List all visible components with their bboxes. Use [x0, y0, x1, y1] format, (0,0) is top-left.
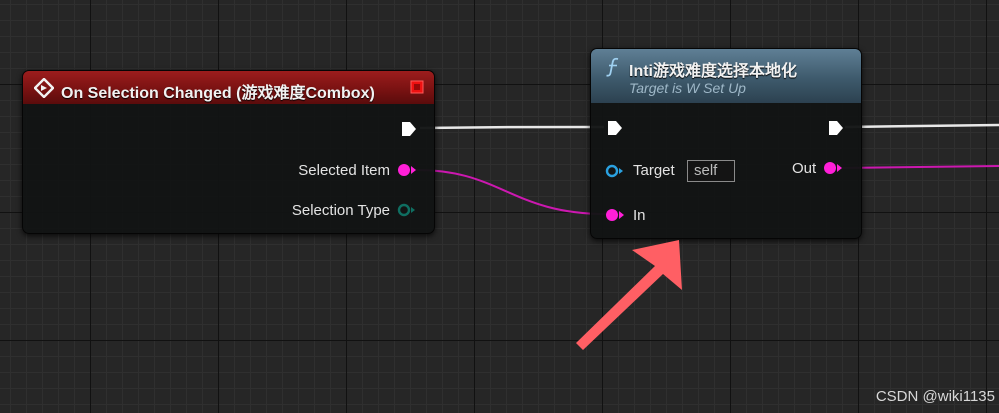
annotation-arrow-icon [576, 240, 682, 350]
